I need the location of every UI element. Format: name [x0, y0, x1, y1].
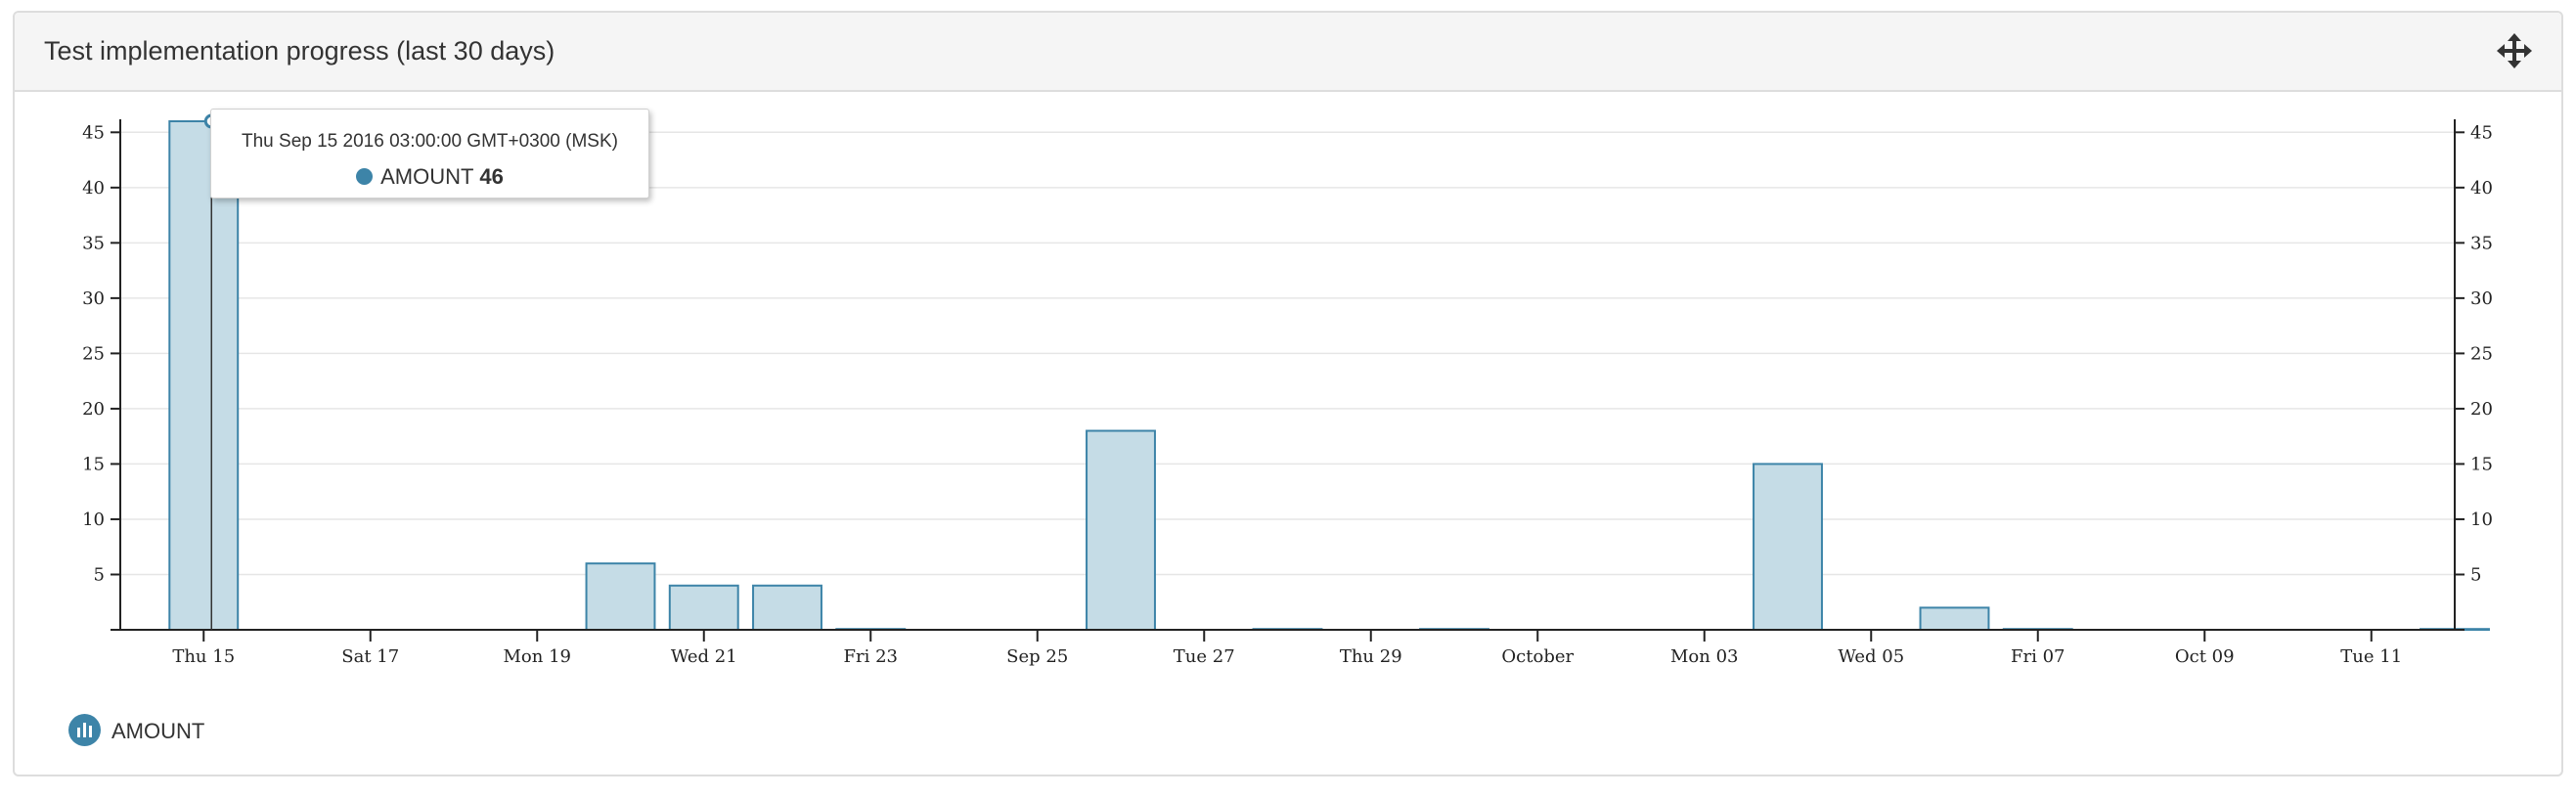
data-bar	[585, 562, 656, 631]
tooltip-value: 46	[479, 164, 504, 189]
y-tick-label-right: 40	[2470, 178, 2493, 199]
y-tick-label-right: 10	[2470, 510, 2493, 530]
tooltip-series-name: AMOUNT	[380, 164, 474, 189]
data-bar	[1753, 463, 1823, 631]
x-tick-label: Sep 25	[1006, 646, 1068, 667]
x-tick-label: Mon 03	[1670, 646, 1739, 667]
legend-label[interactable]: AMOUNT	[111, 719, 204, 744]
y-tick-label-left: 20	[82, 399, 105, 420]
y-tick-label-right: 15	[2470, 454, 2493, 474]
y-tick-label-right: 25	[2470, 343, 2493, 364]
x-tick-label: Wed 21	[671, 646, 737, 667]
tooltip-series-swatch	[356, 168, 374, 185]
data-bar	[668, 584, 739, 631]
data-bar	[1919, 606, 1990, 631]
x-tick-label: Tue 27	[1174, 646, 1235, 667]
y-tick-label-right: 5	[2470, 564, 2481, 585]
y-tick-label-left: 30	[82, 288, 105, 309]
y-tick-label-left: 40	[82, 178, 105, 199]
y-tick-label-left: 15	[82, 454, 105, 474]
y-tick-label-left: 25	[82, 343, 105, 364]
tooltip-date: Thu Sep 15 2016 03:00:00 GMT+0300 (MSK)	[242, 131, 618, 152]
y-tick-label-right: 30	[2470, 288, 2493, 309]
y-tick-label-right: 20	[2470, 399, 2493, 420]
chart-tooltip: Thu Sep 15 2016 03:00:00 GMT+0300 (MSK) …	[210, 109, 649, 199]
y-tick-label-right: 35	[2470, 233, 2493, 253]
x-tick-label: Fri 23	[844, 646, 898, 667]
y-tick-label-left: 5	[94, 564, 105, 585]
y-tick-label-left: 10	[82, 510, 105, 530]
x-tick-label: Wed 05	[1838, 646, 1904, 667]
y-tick-label-left: 35	[82, 233, 105, 253]
x-tick-label: Thu 29	[1340, 646, 1402, 667]
x-tick-label: Mon 19	[504, 646, 572, 667]
x-tick-label: Fri 07	[2011, 646, 2065, 667]
x-tick-label: October	[1501, 646, 1574, 667]
data-bar	[1086, 429, 1156, 631]
data-bar	[752, 584, 822, 631]
x-tick-label: Sat 17	[341, 646, 399, 667]
tooltip-row: AMOUNT 46	[211, 164, 648, 190]
bar-chart-icon[interactable]	[68, 714, 101, 746]
y-tick-label-left: 45	[82, 122, 105, 143]
y-tick-label-right: 45	[2470, 122, 2493, 143]
x-tick-label: Tue 11	[2340, 646, 2402, 667]
x-tick-label: Thu 15	[172, 646, 235, 667]
x-tick-label: Oct 09	[2175, 646, 2235, 667]
